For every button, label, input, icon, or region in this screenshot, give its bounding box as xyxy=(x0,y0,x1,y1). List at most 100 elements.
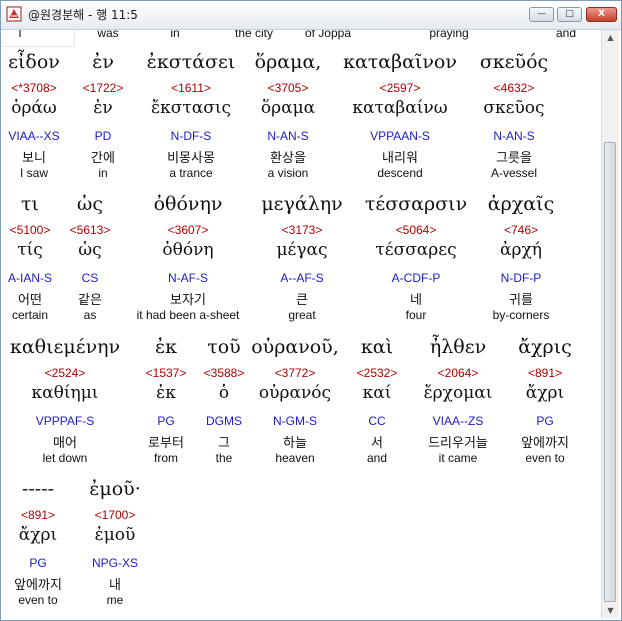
strong-number: <3173> xyxy=(281,223,323,237)
english-gloss: and xyxy=(366,451,388,465)
scroll-up-arrow-icon[interactable]: ▲ xyxy=(602,30,619,45)
parse-code: PD xyxy=(94,129,112,143)
maximize-icon: □ xyxy=(565,9,574,19)
lemma: ἐν xyxy=(93,98,113,118)
greek-word: ὀθόνην xyxy=(153,193,223,215)
word-column[interactable]: καθιεμένην <2524> καθίημι VPPPAF-S 매어 let dow… xyxy=(2,336,128,470)
english-gloss: it had been a-sheet xyxy=(136,308,240,322)
minimize-icon: — xyxy=(537,9,546,19)
strong-number: <2597> xyxy=(379,81,421,95)
korean-gloss: 비몽사몽 xyxy=(167,151,215,166)
parse-code: A-CDF-P xyxy=(391,271,441,285)
word-column[interactable]: ----- <891> ἄχρι PG 앞에까지 even to xyxy=(8,478,68,612)
strong-number: <1611> xyxy=(171,81,211,95)
word-column[interactable]: τι <5100> τίς A-IAN-S 어떤 certain xyxy=(2,193,58,327)
parse-code: N-GM-S xyxy=(273,414,317,428)
strong-number: <3772> xyxy=(274,366,316,380)
korean-gloss: 그 xyxy=(218,436,230,451)
word-column[interactable]: ἐμοῦ· <1700> ἐμοῦ NPG-XS 내 me xyxy=(74,478,156,612)
previous-gloss: the city xyxy=(234,30,273,40)
korean-gloss: 로부터 xyxy=(148,436,184,451)
parse-code: VIAA--XS xyxy=(8,129,60,143)
strong-number: <746> xyxy=(503,223,539,237)
greek-word: ἐκ xyxy=(154,336,178,358)
parse-code: A-IAN-S xyxy=(7,271,52,285)
english-gloss: great xyxy=(288,308,316,322)
greek-word: τι xyxy=(21,193,39,215)
lemma: σκεῦος xyxy=(483,98,545,118)
word-column[interactable]: μεγάλην <3173> μέγας A--AF-S 큰 great xyxy=(254,193,350,327)
word-column[interactable]: ὅραμα, <3705> ὅραμα N-AN-S 환상을 a vision xyxy=(246,51,330,185)
word-column[interactable]: καταβαῖνον <2597> καταβαίνω VPPAAN-S 내리워 desc… xyxy=(332,51,468,185)
korean-gloss: 환상을 xyxy=(270,151,306,166)
word-column[interactable]: ἐκστάσει <1611> ἔκστασις N-DF-S 비몽사몽 a trance xyxy=(138,51,244,185)
parse-code: N-AN-S xyxy=(267,129,309,143)
strong-number: <4632> xyxy=(493,81,535,95)
title-bar[interactable]: @원경분해 - 행 11:5 — □ X xyxy=(1,1,621,30)
parse-code: N-AN-S xyxy=(493,129,535,143)
word-column[interactable]: ὀθόνην <3607> ὀθόνη N-AF-S 보자기 it had been a-… xyxy=(122,193,254,327)
lemma: καθίημι xyxy=(31,383,99,403)
strong-number: <891> xyxy=(20,508,56,522)
korean-gloss: 내 xyxy=(109,578,121,593)
parse-code: DGMS xyxy=(206,414,242,428)
parse-code: N-AF-S xyxy=(168,271,208,285)
word-column[interactable]: ἐν <1722> ἐν PD 간에 in xyxy=(72,51,134,185)
word-column[interactable]: οὐρανοῦ, <3772> οὐρανός N-GM-S 하늘 heaven xyxy=(246,336,344,470)
maximize-button[interactable]: □ xyxy=(557,7,582,22)
lemma: τίς xyxy=(17,240,43,260)
word-column[interactable]: καὶ <2532> καί CC 서 and xyxy=(346,336,408,470)
app-icon xyxy=(6,6,22,22)
lemma: ἀρχή xyxy=(500,240,542,260)
greek-word: ἐν xyxy=(92,51,114,73)
english-gloss: certain xyxy=(11,308,49,322)
previous-gloss: I xyxy=(18,30,22,40)
word-column[interactable]: ὡς <5613> ὡς CS 같은 as xyxy=(58,193,122,327)
english-gloss: it came xyxy=(438,451,478,465)
strong-number: <2064> xyxy=(437,366,479,380)
previous-gloss: of Joppa xyxy=(304,30,352,40)
korean-gloss: 드리우거늘 xyxy=(428,436,488,451)
previous-gloss: and xyxy=(555,30,577,40)
close-button[interactable]: X xyxy=(586,7,617,22)
english-gloss: from xyxy=(154,451,178,465)
scrollbar-thumb[interactable] xyxy=(604,142,616,602)
korean-gloss: 하늘 xyxy=(283,436,307,451)
strong-number: <*3708> xyxy=(11,81,57,95)
lemma: ὅραμα xyxy=(260,98,316,118)
word-column[interactable]: ἦλθεν <2064> ἔρχομαι VIAA--ZS 드리우거늘 it came xyxy=(408,336,508,470)
korean-gloss: 그릇을 xyxy=(496,151,532,166)
english-gloss: A-vessel xyxy=(490,166,537,180)
greek-word: ἀρχαῖς xyxy=(487,193,555,215)
word-column[interactable]: ἄχρις <891> ἄχρι PG 앞에까지 even to xyxy=(508,336,582,470)
scroll-down-arrow-icon[interactable]: ▼ xyxy=(602,603,619,618)
interlinear-window: @원경분해 - 행 11:5 — □ X Iwas in the city of Jo… xyxy=(0,0,622,621)
word-column[interactable]: εἶδον <*3708> ὁράω VIAA--XS 보니 I saw xyxy=(2,51,66,185)
lemma: ὁράω xyxy=(11,98,57,118)
english-gloss: descend xyxy=(377,166,423,180)
strong-number: <5100> xyxy=(9,223,51,237)
word-column[interactable]: ἐκ <1537> ἐκ PG 로부터 from xyxy=(132,336,200,470)
close-icon: X xyxy=(598,9,605,19)
vertical-scrollbar[interactable]: ▲ ▼ xyxy=(601,30,619,618)
strong-number: <1722> xyxy=(82,81,124,95)
korean-gloss: 보자기 xyxy=(170,293,206,308)
korean-gloss: 매어 xyxy=(53,436,77,451)
greek-word: ἄχρις xyxy=(518,336,572,358)
parse-code: PG xyxy=(29,556,47,570)
greek-word: ἐκστάσει xyxy=(146,51,236,73)
korean-gloss: 앞에까지 xyxy=(14,578,62,593)
korean-gloss: 간에 xyxy=(91,151,115,166)
word-column[interactable]: τοῦ <3588> ὁ DGMS 그 the xyxy=(200,336,248,470)
korean-gloss: 앞에까지 xyxy=(521,436,569,451)
parse-code: VPPPAF-S xyxy=(35,414,95,428)
lemma: μέγας xyxy=(276,240,328,260)
lemma: ὀθόνη xyxy=(162,240,214,260)
parse-code: N-DF-P xyxy=(500,271,542,285)
minimize-button[interactable]: — xyxy=(529,7,554,22)
word-column[interactable]: σκεῦός <4632> σκεῦος N-AN-S 그릇을 A-vessel xyxy=(470,51,558,185)
lemma: ἄχρι xyxy=(18,525,58,545)
strong-number: <891> xyxy=(527,366,563,380)
word-column[interactable]: τέσσαρσιν <5064> τέσσαρες A-CDF-P 네 four xyxy=(354,193,478,327)
word-column[interactable]: ἀρχαῖς <746> ἀρχή N-DF-P 귀를 by-corners xyxy=(478,193,564,327)
